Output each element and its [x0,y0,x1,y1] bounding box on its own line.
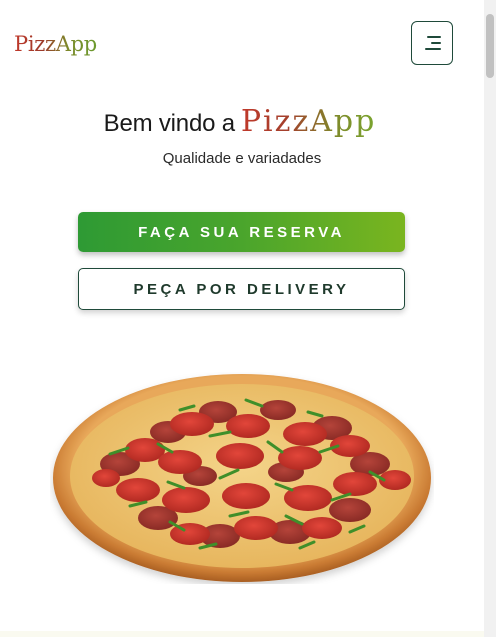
brand-name: PizzApp [240,104,377,139]
menu-button[interactable] [411,21,453,65]
page: PizzApp Bem vindo a PizzApp Qualidade e … [0,0,496,637]
app-logo[interactable]: PizzApp [14,30,97,58]
pizza-image [53,374,431,582]
menu-icon-line [425,48,441,50]
menu-icon-line [427,36,441,38]
scrollbar-thumb[interactable] [486,14,494,78]
page-footer-edge [0,631,484,637]
scrollbar[interactable] [484,0,496,637]
menu-icon-line [431,42,441,44]
delivery-button[interactable]: PEÇA POR DELIVERY [78,268,405,310]
hero-title: Bem vindo a PizzApp [0,104,480,139]
hero-subtitle: Qualidade e variadades [162,150,322,167]
welcome-text: Bem vindo a [103,110,235,137]
reserve-button[interactable]: FAÇA SUA RESERVA [78,212,405,252]
